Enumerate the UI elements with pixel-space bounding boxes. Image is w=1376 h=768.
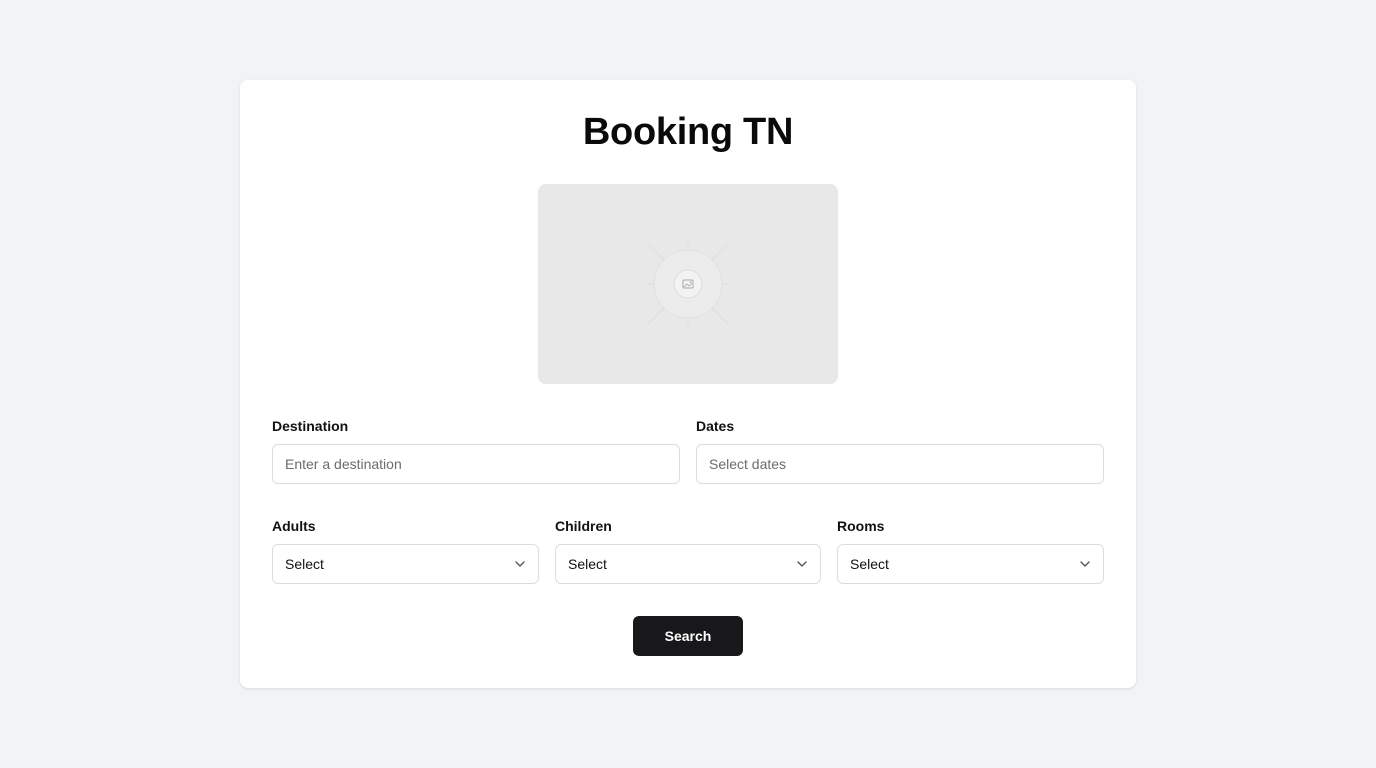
chevron-down-icon <box>515 561 525 567</box>
image-placeholder-icon <box>646 242 730 326</box>
rooms-select[interactable]: Select <box>837 544 1104 584</box>
chevron-down-icon <box>1080 561 1090 567</box>
destination-input[interactable] <box>272 444 680 484</box>
children-select[interactable]: Select <box>555 544 821 584</box>
search-button[interactable]: Search <box>633 616 743 656</box>
children-label: Children <box>555 518 612 534</box>
destination-label: Destination <box>272 418 349 434</box>
rooms-select-value: Select <box>850 556 889 572</box>
chevron-down-icon <box>797 561 807 567</box>
dates-label: Dates <box>696 418 735 434</box>
page-title: Booking TN <box>582 111 794 153</box>
adults-label: Adults <box>272 518 316 534</box>
booking-card: Booking TN Destination Dates Adults Sele… <box>240 80 1136 688</box>
adults-select[interactable]: Select <box>272 544 539 584</box>
adults-select-value: Select <box>285 556 324 572</box>
hero-image <box>538 184 838 384</box>
rooms-label: Rooms <box>837 518 885 534</box>
dates-input[interactable] <box>696 444 1104 484</box>
children-select-value: Select <box>568 556 607 572</box>
